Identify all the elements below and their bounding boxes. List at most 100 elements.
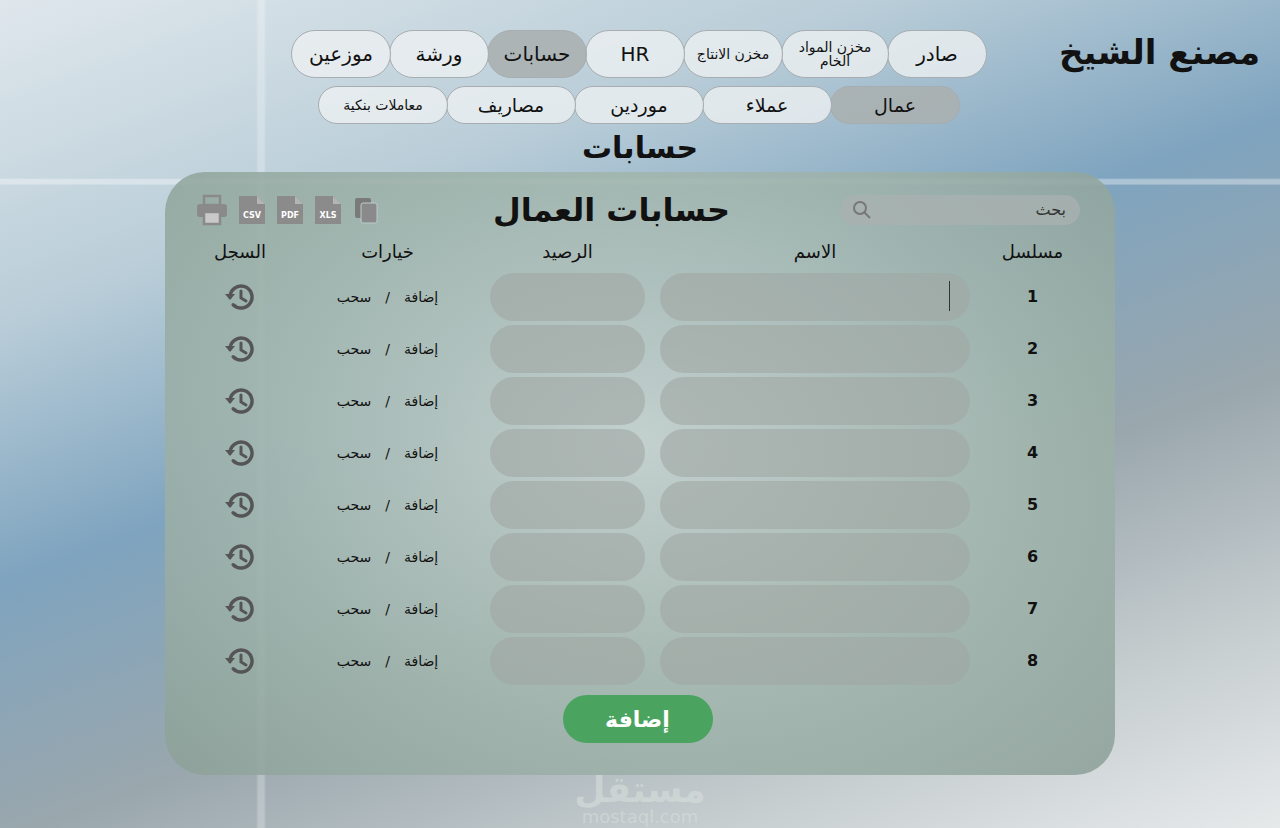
main-tab[interactable]: ورشة bbox=[389, 30, 489, 78]
history-icon bbox=[223, 592, 257, 626]
balance-field bbox=[490, 325, 645, 373]
balance-input[interactable] bbox=[490, 481, 645, 529]
watermark-url: mostaql.com bbox=[574, 808, 706, 826]
file-type-label[interactable]: XLS bbox=[313, 210, 343, 222]
name-input[interactable] bbox=[660, 585, 970, 633]
separator: / bbox=[385, 651, 390, 672]
separator: / bbox=[385, 599, 390, 620]
main-tab-label[interactable]: HR bbox=[621, 44, 650, 64]
print-icon[interactable] bbox=[195, 194, 229, 226]
name-input[interactable] bbox=[660, 429, 970, 477]
balance-input[interactable] bbox=[490, 325, 645, 373]
option-link[interactable]: إضافة bbox=[404, 287, 438, 308]
column-header: الرصيد bbox=[490, 238, 645, 265]
name-input[interactable] bbox=[660, 273, 970, 321]
balance-field bbox=[490, 429, 645, 477]
balance-field bbox=[490, 377, 645, 425]
history-button[interactable] bbox=[195, 592, 285, 626]
option-link[interactable]: إضافة bbox=[404, 391, 438, 412]
history-button[interactable] bbox=[195, 540, 285, 574]
separator: / bbox=[385, 495, 390, 516]
separator: / bbox=[385, 391, 390, 412]
sub-tab-label[interactable]: عملاء bbox=[746, 96, 789, 115]
serial-number: 6 bbox=[985, 545, 1080, 569]
option-link[interactable]: إضافة bbox=[404, 443, 438, 464]
file-type-label[interactable]: CSV bbox=[237, 210, 267, 222]
balance-field bbox=[490, 273, 645, 321]
name-input[interactable] bbox=[660, 533, 970, 581]
option-link[interactable]: سحب bbox=[337, 651, 372, 672]
sub-tab-label[interactable]: معاملات بنكية bbox=[343, 98, 423, 112]
balance-field bbox=[490, 533, 645, 581]
history-button[interactable] bbox=[195, 384, 285, 418]
column-header: السجل bbox=[195, 238, 285, 265]
sub-tab[interactable]: مصاريف bbox=[446, 86, 576, 124]
main-tab[interactable]: مخزن الانتاج bbox=[683, 30, 783, 78]
main-tab-label[interactable]: ورشة bbox=[416, 44, 463, 64]
main-tab-label[interactable]: صادر bbox=[916, 44, 958, 64]
balance-input[interactable] bbox=[490, 429, 645, 477]
option-link[interactable]: سحب bbox=[337, 599, 372, 620]
balance-input[interactable] bbox=[490, 533, 645, 581]
balance-input[interactable] bbox=[490, 377, 645, 425]
option-link[interactable]: سحب bbox=[337, 547, 372, 568]
sub-tab[interactable]: موردين bbox=[574, 86, 704, 124]
name-field bbox=[660, 429, 970, 477]
sub-tab[interactable]: عمال bbox=[830, 86, 960, 124]
column-header: خيارات bbox=[300, 238, 475, 265]
name-field bbox=[660, 533, 970, 581]
option-link[interactable]: إضافة bbox=[404, 599, 438, 620]
main-tab-label[interactable]: مخزن الانتاج bbox=[697, 47, 769, 61]
sub-tab-label[interactable]: موردين bbox=[610, 96, 667, 115]
balance-field bbox=[490, 585, 645, 633]
option-link[interactable]: سحب bbox=[337, 339, 372, 360]
option-link[interactable]: إضافة bbox=[404, 547, 438, 568]
file-icon[interactable]: CSV bbox=[237, 194, 267, 226]
balance-input[interactable] bbox=[490, 273, 645, 321]
history-icon bbox=[223, 488, 257, 522]
main-tab-label[interactable]: مخزن المواد الخام bbox=[792, 40, 878, 68]
text-caret bbox=[949, 281, 950, 311]
sub-tab[interactable]: معاملات بنكية bbox=[318, 86, 448, 124]
name-input[interactable] bbox=[660, 637, 970, 685]
file-icon[interactable]: XLS bbox=[313, 194, 343, 226]
file-type-label[interactable]: PDF bbox=[275, 210, 305, 222]
balance-input[interactable] bbox=[490, 585, 645, 633]
sub-tab-label[interactable]: مصاريف bbox=[478, 96, 545, 115]
serial-number: 5 bbox=[985, 493, 1080, 517]
main-nav: صادر مخزن المواد الخام مخزن الانتاج HR حسابا… bbox=[293, 30, 987, 78]
option-link[interactable]: إضافة bbox=[404, 339, 438, 360]
option-link[interactable]: إضافة bbox=[404, 495, 438, 516]
option-link[interactable]: سحب bbox=[337, 443, 372, 464]
main-tab-label[interactable]: موزعين bbox=[309, 44, 373, 64]
main-tab[interactable]: موزعين bbox=[291, 30, 391, 78]
history-button[interactable] bbox=[195, 644, 285, 678]
name-input[interactable] bbox=[660, 481, 970, 529]
sub-tab[interactable]: عملاء bbox=[702, 86, 832, 124]
history-icon bbox=[223, 384, 257, 418]
history-button[interactable] bbox=[195, 436, 285, 470]
main-tab[interactable]: حسابات bbox=[487, 30, 587, 78]
sub-tab-label[interactable]: عمال bbox=[874, 96, 916, 115]
balance-input[interactable] bbox=[490, 637, 645, 685]
option-link[interactable]: إضافة bbox=[404, 651, 438, 672]
document-icon bbox=[313, 194, 343, 226]
copy-icon[interactable] bbox=[351, 194, 383, 226]
history-button[interactable] bbox=[195, 332, 285, 366]
main-tab-label[interactable]: حسابات bbox=[504, 44, 571, 64]
search-input[interactable] bbox=[878, 197, 1068, 223]
main-tab[interactable]: صادر bbox=[887, 30, 987, 78]
main-tab[interactable]: مخزن المواد الخام bbox=[781, 30, 889, 78]
search-box[interactable] bbox=[840, 195, 1080, 225]
watermark: مستقلmostaql.com bbox=[574, 772, 706, 826]
option-link[interactable]: سحب bbox=[337, 495, 372, 516]
history-button[interactable] bbox=[195, 280, 285, 314]
main-tab[interactable]: HR bbox=[585, 30, 685, 78]
file-icon[interactable]: PDF bbox=[275, 194, 305, 226]
history-button[interactable] bbox=[195, 488, 285, 522]
add-button[interactable]: إضافة bbox=[563, 695, 713, 743]
option-link[interactable]: سحب bbox=[337, 391, 372, 412]
name-input[interactable] bbox=[660, 377, 970, 425]
option-link[interactable]: سحب bbox=[337, 287, 372, 308]
name-input[interactable] bbox=[660, 325, 970, 373]
